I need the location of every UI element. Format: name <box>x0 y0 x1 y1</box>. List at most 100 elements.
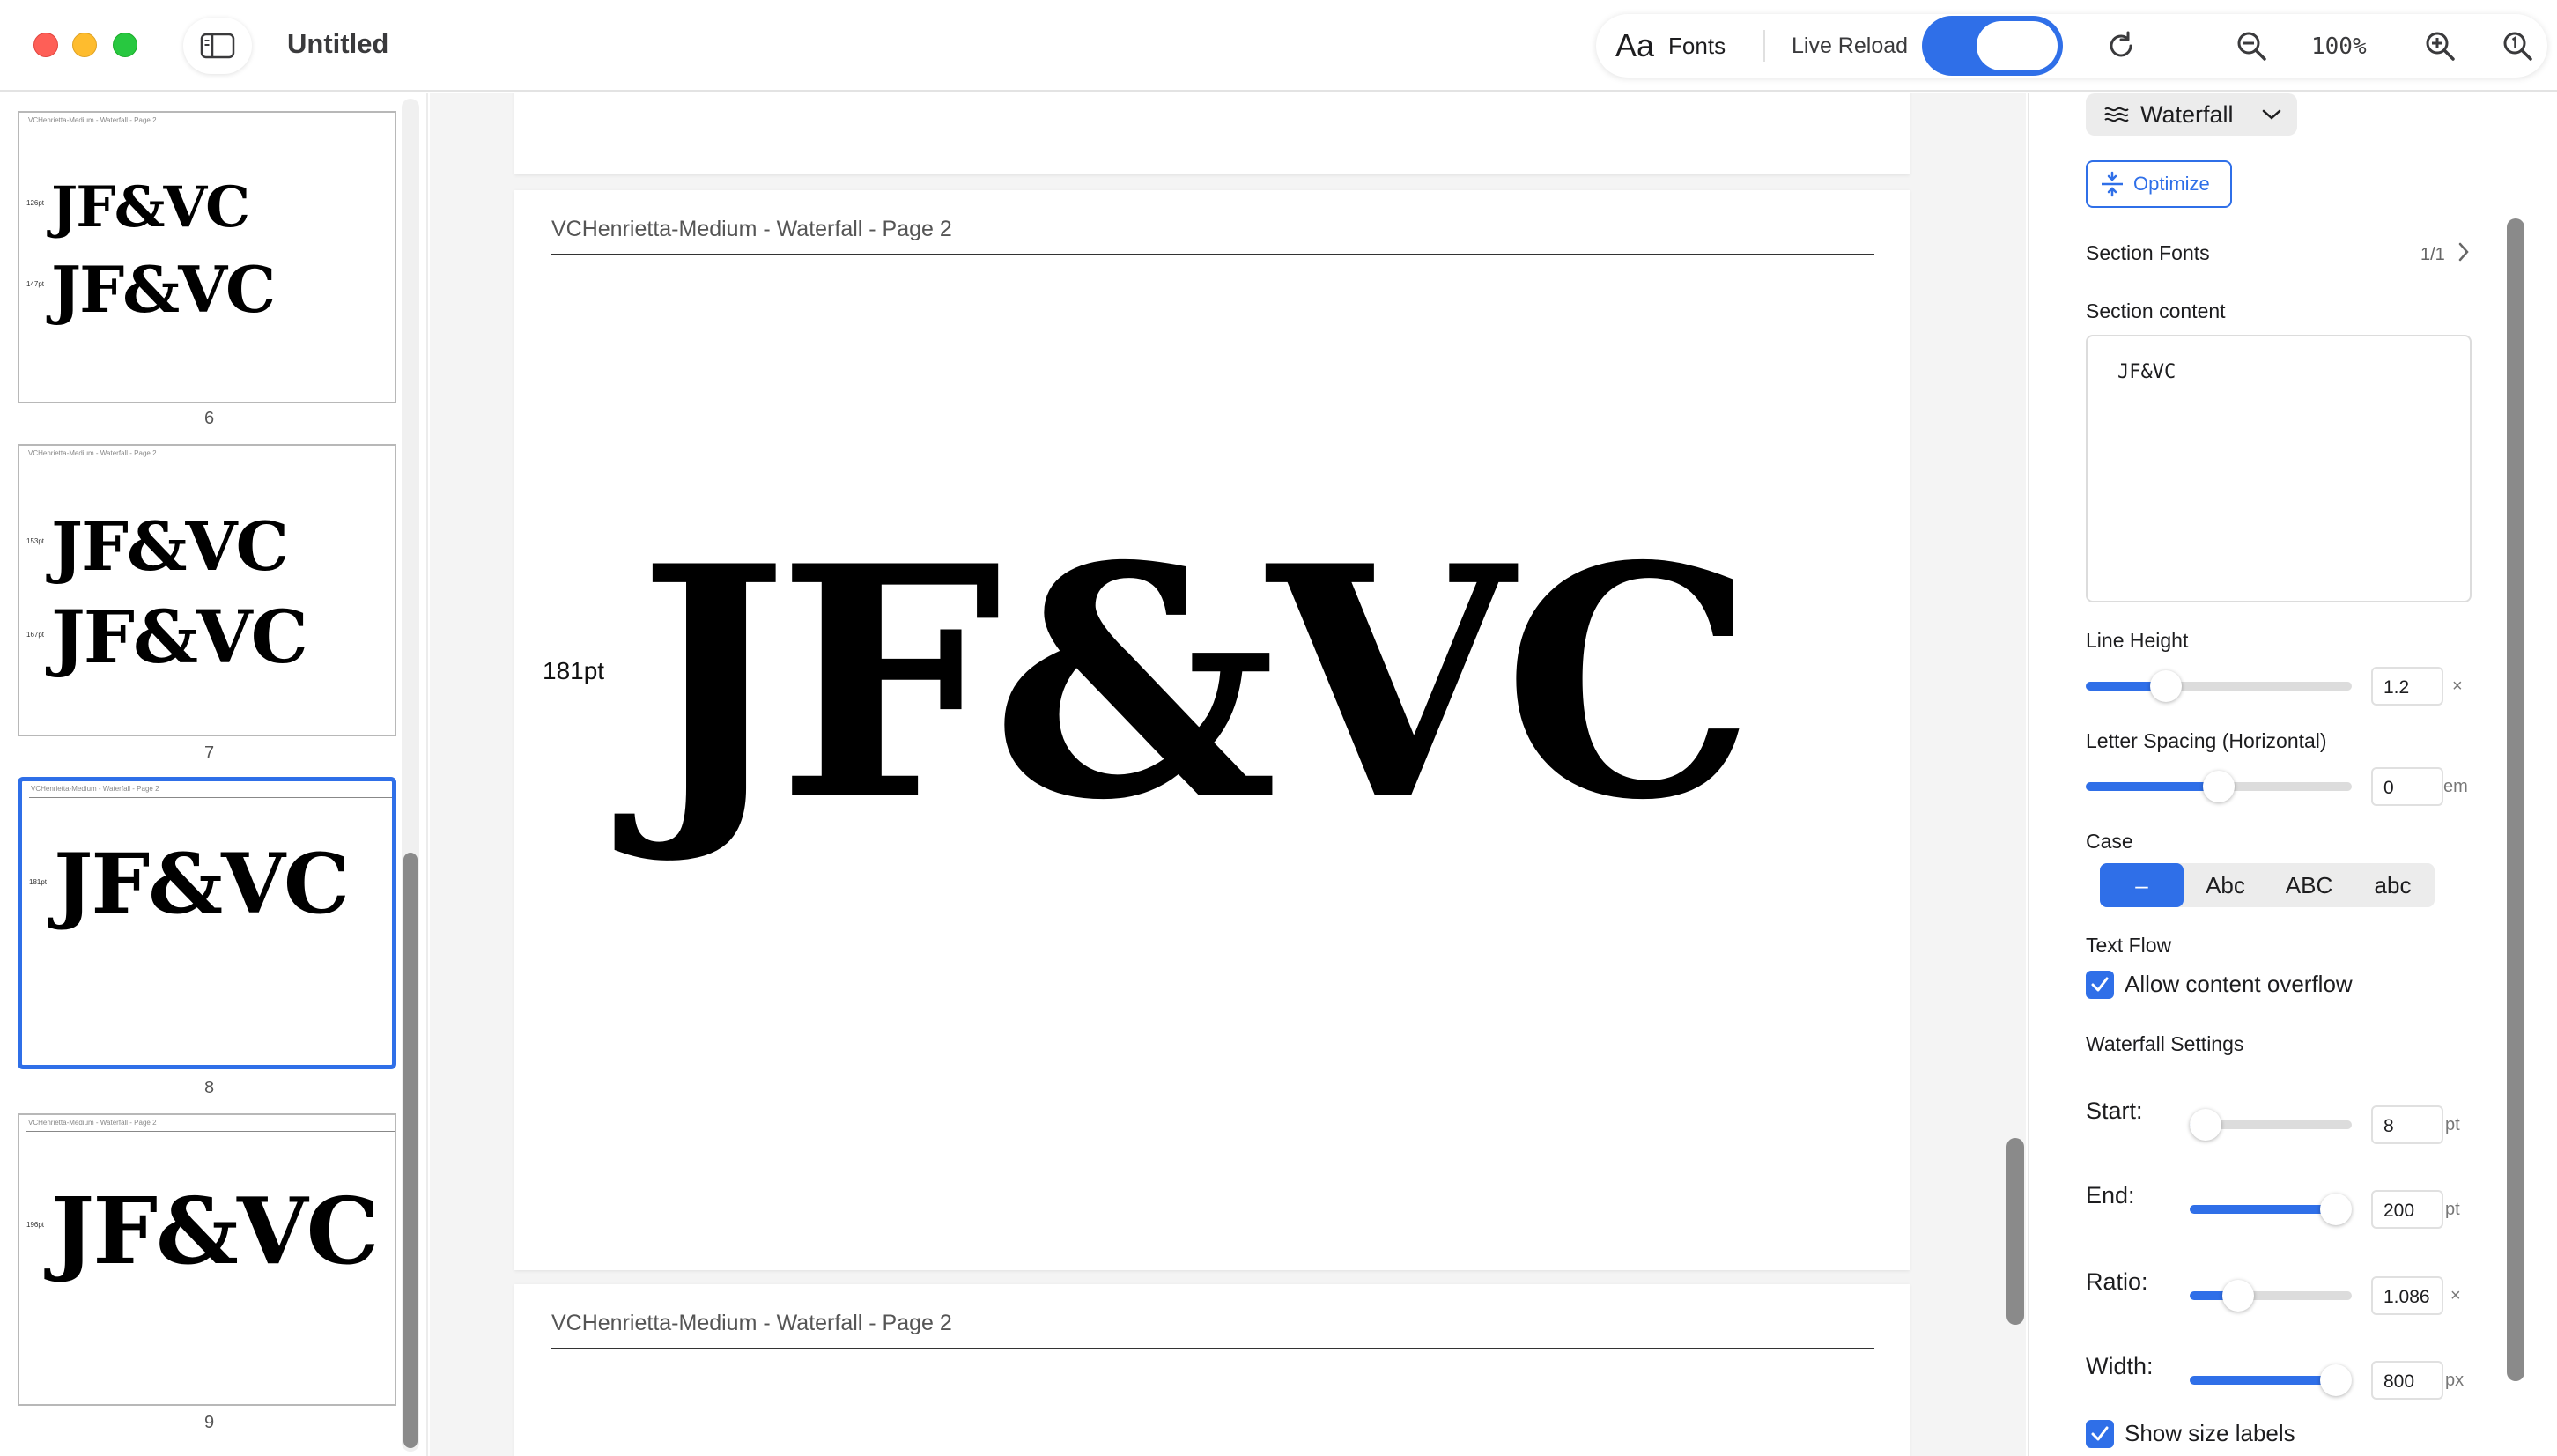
zoom-out-icon <box>2237 32 2266 61</box>
thumbnail-header: VCHenrietta-Medium - Waterfall - Page 2 <box>28 449 157 457</box>
title-bar: Untitled Aa Fonts Live Reload 100% <box>0 0 2557 92</box>
ratio-input[interactable]: 1.086 <box>2371 1276 2443 1315</box>
minimize-window-button[interactable] <box>72 33 97 57</box>
toolbar-divider <box>1763 30 1765 62</box>
line-height-input[interactable]: 1.2 <box>2371 667 2443 706</box>
optimize-button[interactable]: Optimize <box>2086 160 2232 208</box>
case-option-upper[interactable]: ABC <box>2267 863 2351 907</box>
ratio-label: Ratio: <box>2086 1268 2148 1295</box>
width-slider[interactable] <box>2190 1364 2352 1396</box>
thumbnail-header: VCHenrietta-Medium - Waterfall - Page 2 <box>31 785 159 793</box>
canvas-scrollbar[interactable] <box>2006 1138 2024 1325</box>
thumbnail-sample-text: JF&VC <box>51 1177 379 1285</box>
page-header-rule <box>551 1348 1874 1349</box>
show-size-labels-checkbox[interactable] <box>2086 1420 2114 1448</box>
thumbnail-size-label: 181pt <box>29 878 48 886</box>
waterfall-sample-text: JF&VC <box>638 497 1755 869</box>
end-input[interactable]: 200 <box>2371 1190 2443 1229</box>
previous-page <box>514 93 1910 174</box>
zoom-out-button[interactable] <box>2232 26 2271 65</box>
ratio-unit: × <box>2450 1286 2461 1305</box>
show-size-labels-label: Show size labels <box>2125 1420 2295 1446</box>
case-label: Case <box>2086 830 2133 853</box>
chevron-right-icon[interactable] <box>2457 241 2470 262</box>
zoom-in-button[interactable] <box>2420 26 2459 65</box>
slider-knob[interactable] <box>2150 670 2182 702</box>
thumbnail-sample-text: JF&VC <box>51 252 276 327</box>
thumbnail-size-label: 167pt <box>26 631 45 639</box>
thumbnail-sample-text: JF&VC <box>54 836 350 933</box>
sidebar-toggle-button[interactable] <box>183 18 252 74</box>
reload-icon <box>2110 31 2132 57</box>
slider-knob[interactable] <box>2320 1364 2352 1396</box>
toggle-knob <box>1977 21 2058 70</box>
checkmark-icon <box>2091 1426 2109 1441</box>
sidebar-icon <box>200 33 235 59</box>
slider-knob[interactable] <box>2320 1194 2352 1225</box>
case-option-none[interactable]: – <box>2100 863 2184 907</box>
section-fonts-row[interactable]: Section Fonts <box>2086 241 2210 265</box>
mode-dropdown[interactable]: Waterfall <box>2086 93 2297 136</box>
slider-knob[interactable] <box>2190 1109 2221 1141</box>
thumbnail-page-9[interactable]: VCHenrietta-Medium - Waterfall - Page 2 … <box>18 1113 396 1406</box>
section-fonts-count: 1/1 <box>2420 245 2445 264</box>
thumbnail-page-number: 8 <box>204 1078 215 1098</box>
slider-knob[interactable] <box>2222 1280 2254 1312</box>
reload-button[interactable] <box>2102 26 2140 65</box>
width-input[interactable]: 800 <box>2371 1361 2443 1400</box>
thumbnail-size-label: 147pt <box>26 280 45 288</box>
thumbnail-header: VCHenrietta-Medium - Waterfall - Page 2 <box>28 1119 157 1127</box>
thumbnail-page-6[interactable]: VCHenrietta-Medium - Waterfall - Page 2 … <box>18 111 396 403</box>
thumbnail-sample-text: JF&VC <box>51 595 308 680</box>
live-reload-label: Live Reload <box>1792 33 1909 58</box>
next-page: VCHenrietta-Medium - Waterfall - Page 2 <box>514 1284 1910 1456</box>
waterfall-icon <box>2104 107 2129 122</box>
page-header-rule <box>551 254 1874 255</box>
letter-spacing-slider[interactable] <box>2086 771 2352 802</box>
zoom-window-button[interactable] <box>113 33 137 57</box>
live-reload-toggle[interactable] <box>1922 16 2063 76</box>
letter-spacing-label: Letter Spacing (Horizontal) <box>2086 729 2327 752</box>
waterfall-size-label: 181pt <box>543 657 605 684</box>
section-content-label: Section content <box>2086 299 2226 322</box>
close-window-button[interactable] <box>33 33 58 57</box>
start-input[interactable]: 8 <box>2371 1105 2443 1144</box>
section-content-textarea[interactable]: JF&VC <box>2086 335 2472 602</box>
inspector-scrollbar[interactable] <box>2507 218 2524 1381</box>
line-height-slider[interactable] <box>2086 670 2352 702</box>
case-option-lower[interactable]: abc <box>2351 863 2435 907</box>
allow-overflow-checkbox[interactable] <box>2086 971 2114 999</box>
slider-knob[interactable] <box>2203 771 2235 802</box>
page-header: VCHenrietta-Medium - Waterfall - Page 2 <box>551 1311 952 1335</box>
width-unit: px <box>2445 1371 2465 1390</box>
case-option-title[interactable]: Abc <box>2184 863 2267 907</box>
waterfall-settings-label: Waterfall Settings <box>2086 1032 2244 1055</box>
thumbnail-page-number: 7 <box>204 743 215 763</box>
fonts-button[interactable]: Aa Fonts <box>1615 25 1726 67</box>
thumbnail-size-label: 153pt <box>26 537 45 545</box>
end-slider[interactable] <box>2190 1194 2352 1225</box>
checkmark-icon <box>2091 977 2109 992</box>
letter-spacing-unit: em <box>2443 777 2468 796</box>
thumbnails-scrollbar[interactable] <box>403 853 418 1448</box>
thumbnail-header: VCHenrietta-Medium - Waterfall - Page 2 <box>28 116 157 124</box>
actual-size-button[interactable] <box>2498 26 2537 65</box>
thumbnail-page-number: 9 <box>204 1413 215 1432</box>
thumbnail-rule <box>29 797 392 798</box>
ratio-slider[interactable] <box>2190 1280 2352 1312</box>
thumbnail-page-8[interactable]: VCHenrietta-Medium - Waterfall - Page 2 … <box>18 777 396 1069</box>
page-header: VCHenrietta-Medium - Waterfall - Page 2 <box>551 217 952 241</box>
slider-fill <box>2086 782 2219 791</box>
start-label: Start: <box>2086 1098 2143 1124</box>
thumbnail-sample-text: JF&VC <box>51 174 250 240</box>
thumbnail-page-number: 6 <box>204 409 215 428</box>
width-label: Width: <box>2086 1353 2154 1379</box>
chevron-down-icon <box>2262 109 2280 120</box>
page-thumbnails-sidebar: VCHenrietta-Medium - Waterfall - Page 2 … <box>0 93 428 1456</box>
text-flow-label: Text Flow <box>2086 934 2172 957</box>
start-slider[interactable] <box>2190 1109 2352 1141</box>
letter-spacing-input[interactable]: 0 <box>2371 767 2443 806</box>
optimize-icon <box>2102 171 2123 197</box>
case-segmented-control: – Abc ABC abc <box>2100 863 2435 907</box>
thumbnail-page-7[interactable]: VCHenrietta-Medium - Waterfall - Page 2 … <box>18 444 396 736</box>
